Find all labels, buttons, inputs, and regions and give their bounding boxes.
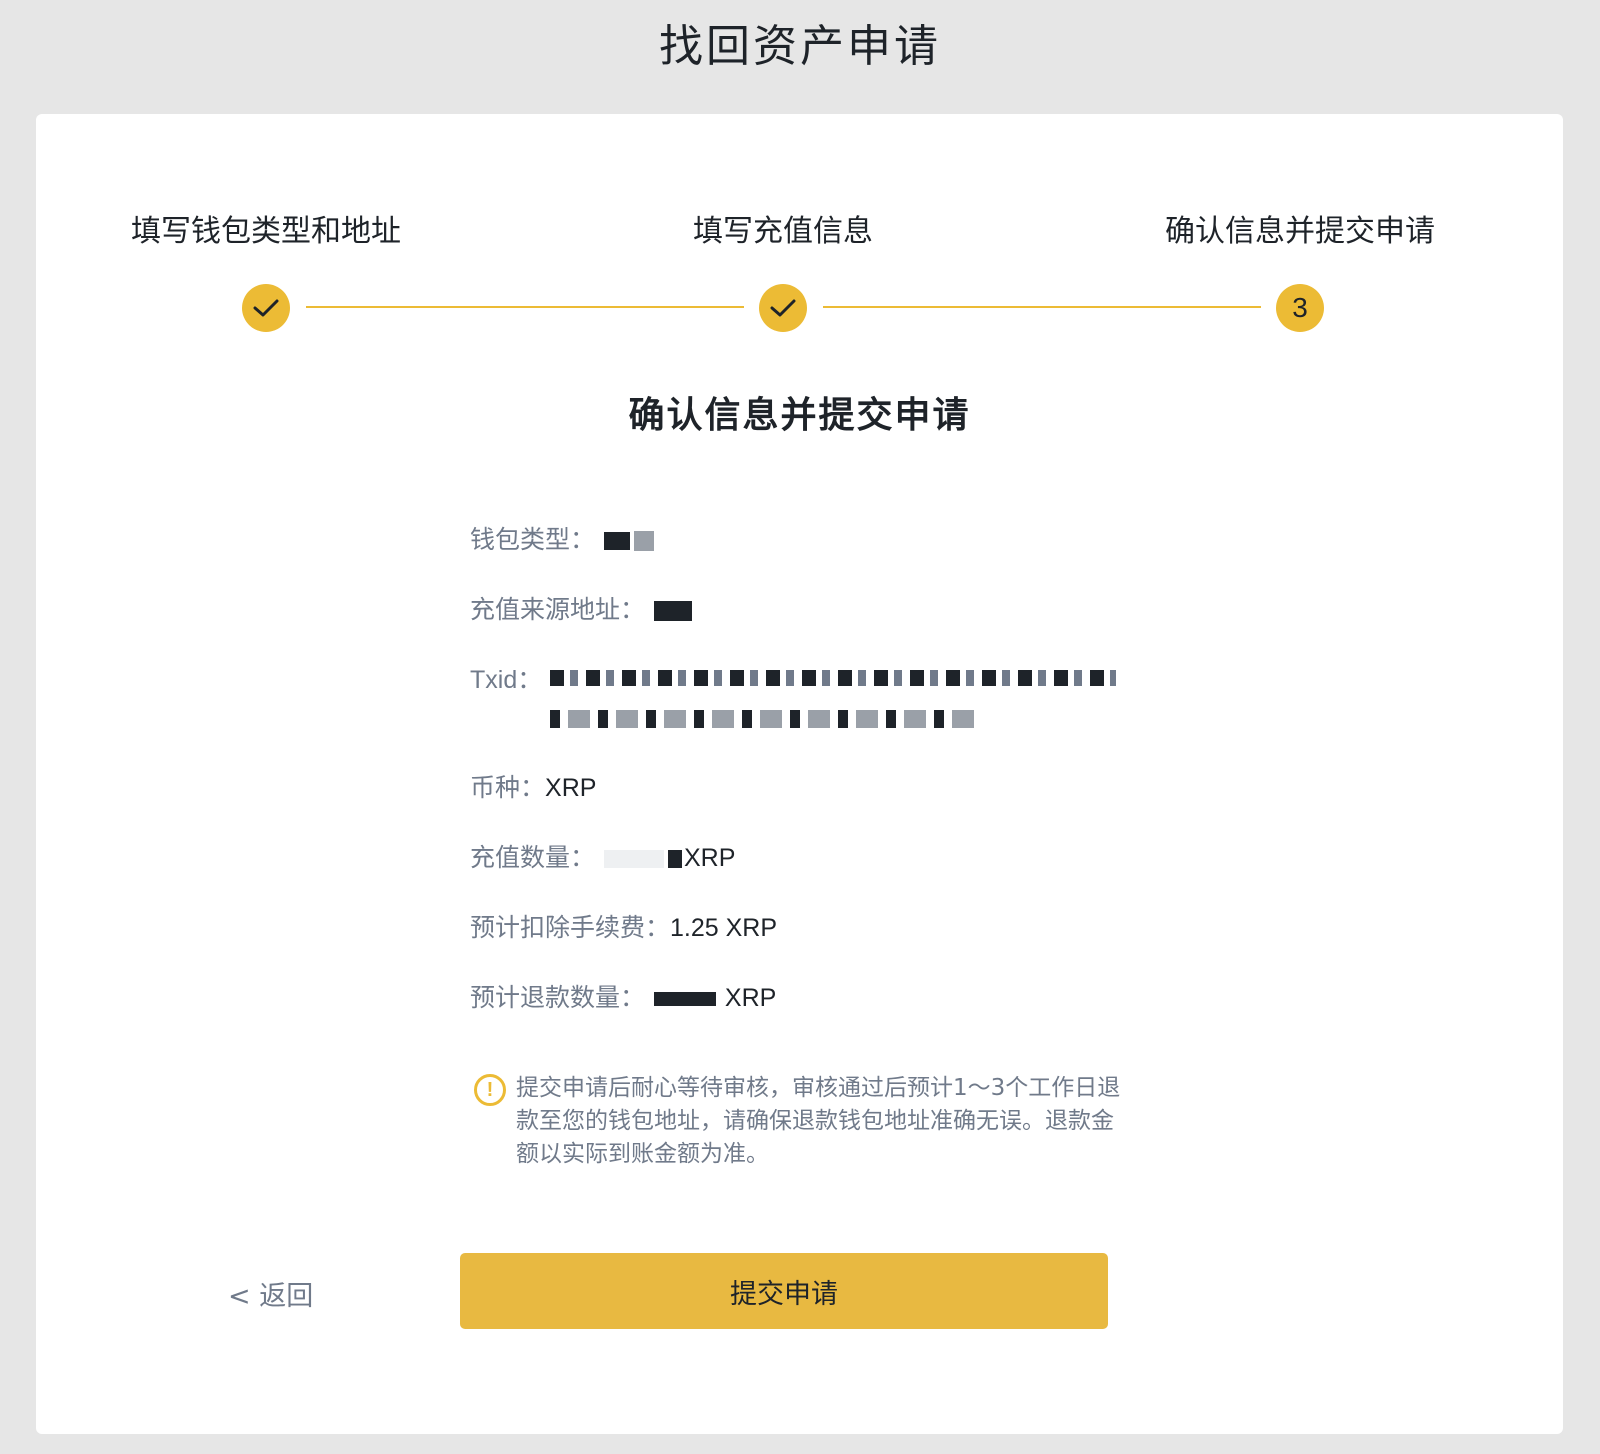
- deposit-amount-unit: XRP: [683, 844, 736, 872]
- coin-label: 币种：: [470, 774, 546, 802]
- estimated-refund-unit: XRP: [724, 984, 777, 1012]
- redaction-mark: [550, 710, 982, 728]
- redaction-mark: [653, 601, 692, 622]
- redaction-mark: [667, 850, 682, 869]
- step-connector-2: [823, 306, 1261, 308]
- step-connector-1: [306, 306, 744, 308]
- step-2-check-icon: [759, 284, 807, 332]
- source-address-row: 充值来源地址：: [470, 590, 694, 626]
- back-link[interactable]: < 返回: [228, 1274, 313, 1313]
- section-title: 确认信息并提交申请: [628, 395, 971, 436]
- page-title: 找回资产申请: [659, 21, 941, 72]
- notice-text: 提交申请后耐心等待审核，审核通过后预计1～3个工作日退款至您的钱包地址，请确保退…: [516, 1075, 1121, 1167]
- txid-label: Txid：: [470, 666, 543, 694]
- deposit-amount-label: 充值数量：: [470, 844, 596, 872]
- estimated-fee-value: 1.25 XRP: [670, 914, 778, 942]
- wallet-type-row: 钱包类型：: [470, 520, 656, 556]
- redaction-mark: [550, 670, 1116, 686]
- txid-redacted-lines: [550, 662, 1116, 728]
- estimated-refund-row: 预计退款数量： XRP: [470, 978, 776, 1014]
- redaction-mark: [653, 992, 716, 1007]
- wallet-type-label: 钱包类型：: [470, 526, 596, 554]
- step-1-label: 填写钱包类型和地址: [131, 214, 401, 249]
- source-address-label: 充值来源地址：: [470, 596, 646, 624]
- txid-row: Txid：: [470, 660, 542, 696]
- notice-box: ! 提交申请后耐心等待审核，审核通过后预计1～3个工作日退款至您的钱包地址，请确…: [474, 1072, 1124, 1171]
- exclamation-circle-icon: !: [474, 1074, 506, 1106]
- redaction-mark: [603, 850, 664, 869]
- estimated-fee-row: 预计扣除手续费：1.25 XRP: [470, 908, 777, 944]
- redaction-mark: [603, 532, 630, 551]
- step-2-label: 填写充值信息: [693, 214, 873, 249]
- submit-button[interactable]: 提交申请: [460, 1253, 1108, 1329]
- step-3-number: 3: [1276, 284, 1324, 332]
- step-3-label: 确认信息并提交申请: [1165, 214, 1435, 249]
- estimated-fee-label: 预计扣除手续费：: [470, 914, 671, 942]
- redaction-mark: [633, 531, 654, 552]
- estimated-refund-label: 预计退款数量：: [470, 984, 646, 1012]
- step-1-check-icon: [242, 284, 290, 332]
- coin-value: XRP: [545, 774, 597, 802]
- deposit-amount-row: 充值数量： XRP: [470, 838, 735, 874]
- application-card: 填写钱包类型和地址 填写充值信息 确认信息并提交申请 3 确认信息并提交申请 钱…: [36, 114, 1563, 1434]
- coin-row: 币种：XRP: [470, 768, 596, 804]
